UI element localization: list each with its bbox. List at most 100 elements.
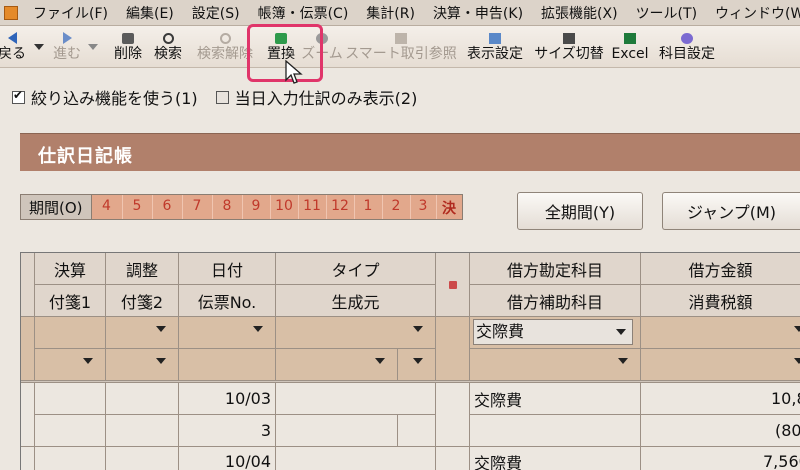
app-icon[interactable]: [4, 5, 18, 20]
month-1[interactable]: 1: [353, 195, 382, 219]
menu-books[interactable]: 帳簿・伝票(C): [249, 3, 358, 23]
chevron-down-icon[interactable]: [156, 326, 166, 332]
forward-history-dropdown-icon[interactable]: [88, 44, 98, 50]
menu-settings[interactable]: 設定(S): [183, 3, 249, 23]
row-status-icon: [448, 280, 457, 289]
row1-amount[interactable]: 10,800: [641, 383, 800, 415]
month-3[interactable]: 3: [409, 195, 436, 219]
row1-voucher[interactable]: 3: [179, 415, 276, 447]
menu-edit[interactable]: 編集(E): [117, 3, 183, 23]
month-4[interactable]: 4: [92, 195, 122, 219]
debit-account-combo[interactable]: 交際費: [473, 319, 633, 345]
filter-voucher[interactable]: [179, 349, 276, 381]
filter-debit-account[interactable]: 交際費: [470, 317, 641, 349]
narrow-checkbox[interactable]: [12, 88, 25, 104]
chevron-down-icon[interactable]: [413, 326, 423, 332]
col-source[interactable]: 生成元: [276, 285, 436, 317]
table-cell[interactable]: [276, 383, 436, 415]
table-cell[interactable]: [106, 383, 179, 415]
filter-note1[interactable]: [35, 349, 106, 381]
month-6[interactable]: 6: [151, 195, 182, 219]
col-note1[interactable]: 付箋1: [35, 285, 106, 317]
col-type[interactable]: タイプ: [276, 253, 436, 285]
size-toggle-button[interactable]: サイズ切替: [534, 28, 604, 66]
filter-debit-sub-account[interactable]: [470, 349, 641, 381]
chevron-down-icon[interactable]: [794, 326, 800, 332]
month-9[interactable]: 9: [241, 195, 270, 219]
col-settlement[interactable]: 決算: [35, 253, 106, 285]
table-cell[interactable]: [106, 415, 179, 447]
menu-summary[interactable]: 集計(R): [357, 3, 424, 23]
col-debit-account[interactable]: 借方勘定科目: [470, 253, 641, 285]
filter-adjustment[interactable]: [106, 317, 179, 349]
table-cell[interactable]: [106, 447, 179, 470]
month-7[interactable]: 7: [181, 195, 212, 219]
menu-window[interactable]: ウィンドウ(W): [706, 3, 800, 23]
filter-debit-amount[interactable]: [641, 317, 800, 349]
toolbar: 戻る 進む 削除 検索 検索解除 置換 ズーム スマート取引参照 表示設定 サイ…: [0, 26, 800, 68]
table-cell[interactable]: [35, 383, 106, 415]
smart-reference-button[interactable]: スマート取引参照: [345, 28, 457, 66]
table-cell[interactable]: [398, 415, 436, 447]
month-5[interactable]: 5: [121, 195, 152, 219]
chevron-down-icon[interactable]: [616, 329, 626, 335]
forward-button[interactable]: 進む: [50, 28, 84, 66]
row2-date[interactable]: 10/04: [179, 447, 276, 470]
chevron-down-icon[interactable]: [156, 358, 166, 364]
jump-button[interactable]: ジャンプ(M): [662, 192, 800, 230]
filter-type[interactable]: [276, 317, 436, 349]
chevron-down-icon[interactable]: [375, 358, 385, 364]
chevron-down-icon[interactable]: [83, 358, 93, 364]
menu-extensions[interactable]: 拡張機能(X): [532, 3, 627, 23]
back-button[interactable]: 戻る: [0, 28, 30, 66]
month-11[interactable]: 11: [297, 195, 326, 219]
month-12[interactable]: 12: [325, 195, 354, 219]
month-closing[interactable]: 決: [435, 195, 462, 219]
filter-date[interactable]: [179, 317, 276, 349]
col-voucher-no[interactable]: 伝票No.: [179, 285, 276, 317]
table-cell[interactable]: [470, 415, 641, 447]
chevron-down-icon[interactable]: [794, 358, 800, 364]
filter-tax[interactable]: [641, 349, 800, 381]
col-debit-sub-account[interactable]: 借方補助科目: [470, 285, 641, 317]
row2-amount[interactable]: 7,560: [641, 447, 800, 470]
back-history-dropdown-icon[interactable]: [34, 44, 44, 50]
filter-note2[interactable]: [106, 349, 179, 381]
row1-tax[interactable]: (800: [641, 415, 800, 447]
view-settings-button[interactable]: 表示設定: [461, 28, 529, 66]
menu-tools[interactable]: ツール(T): [627, 3, 706, 23]
filter-source-option[interactable]: [398, 349, 436, 381]
col-tax-amount[interactable]: 消費税額: [641, 285, 800, 317]
filter-settlement[interactable]: [35, 317, 106, 349]
table-cell[interactable]: [35, 415, 106, 447]
col-date[interactable]: 日付: [179, 253, 276, 285]
chevron-down-icon[interactable]: [618, 358, 628, 364]
table-cell[interactable]: [276, 415, 398, 447]
today-only-label[interactable]: 当日入力仕訳のみ表示(2): [235, 85, 418, 109]
row2-account[interactable]: 交際費: [470, 447, 641, 470]
menu-file[interactable]: ファイル(F): [24, 3, 117, 23]
chevron-down-icon[interactable]: [253, 326, 263, 332]
month-10[interactable]: 10: [269, 195, 298, 219]
today-only-checkbox[interactable]: [215, 90, 229, 104]
filter-source[interactable]: [276, 349, 398, 381]
month-8[interactable]: 8: [211, 195, 242, 219]
narrow-label[interactable]: 絞り込み機能を使う(1): [31, 85, 198, 109]
delete-button[interactable]: 削除: [110, 28, 146, 66]
col-marker[interactable]: [436, 253, 470, 317]
row1-date[interactable]: 10/03: [179, 383, 276, 415]
chevron-down-icon[interactable]: [413, 358, 423, 364]
col-adjustment[interactable]: 調整: [106, 253, 179, 285]
row1-account[interactable]: 交際費: [470, 383, 641, 415]
journal-grid: 決算 調整 日付 タイプ 借方勘定科目 借方金額 付箋1 付箋2 伝票No. 生…: [20, 252, 800, 470]
search-button[interactable]: 検索: [150, 28, 186, 66]
menu-closing[interactable]: 決算・申告(K): [424, 3, 532, 23]
subject-settings-button[interactable]: 科目設定: [654, 28, 720, 66]
excel-button[interactable]: Excel: [609, 28, 651, 66]
col-debit-amount[interactable]: 借方金額: [641, 253, 800, 285]
all-period-button[interactable]: 全期間(Y): [517, 192, 643, 230]
col-note2[interactable]: 付箋2: [106, 285, 179, 317]
table-cell[interactable]: [276, 447, 436, 470]
month-2[interactable]: 2: [381, 195, 410, 219]
table-cell[interactable]: [35, 447, 106, 470]
